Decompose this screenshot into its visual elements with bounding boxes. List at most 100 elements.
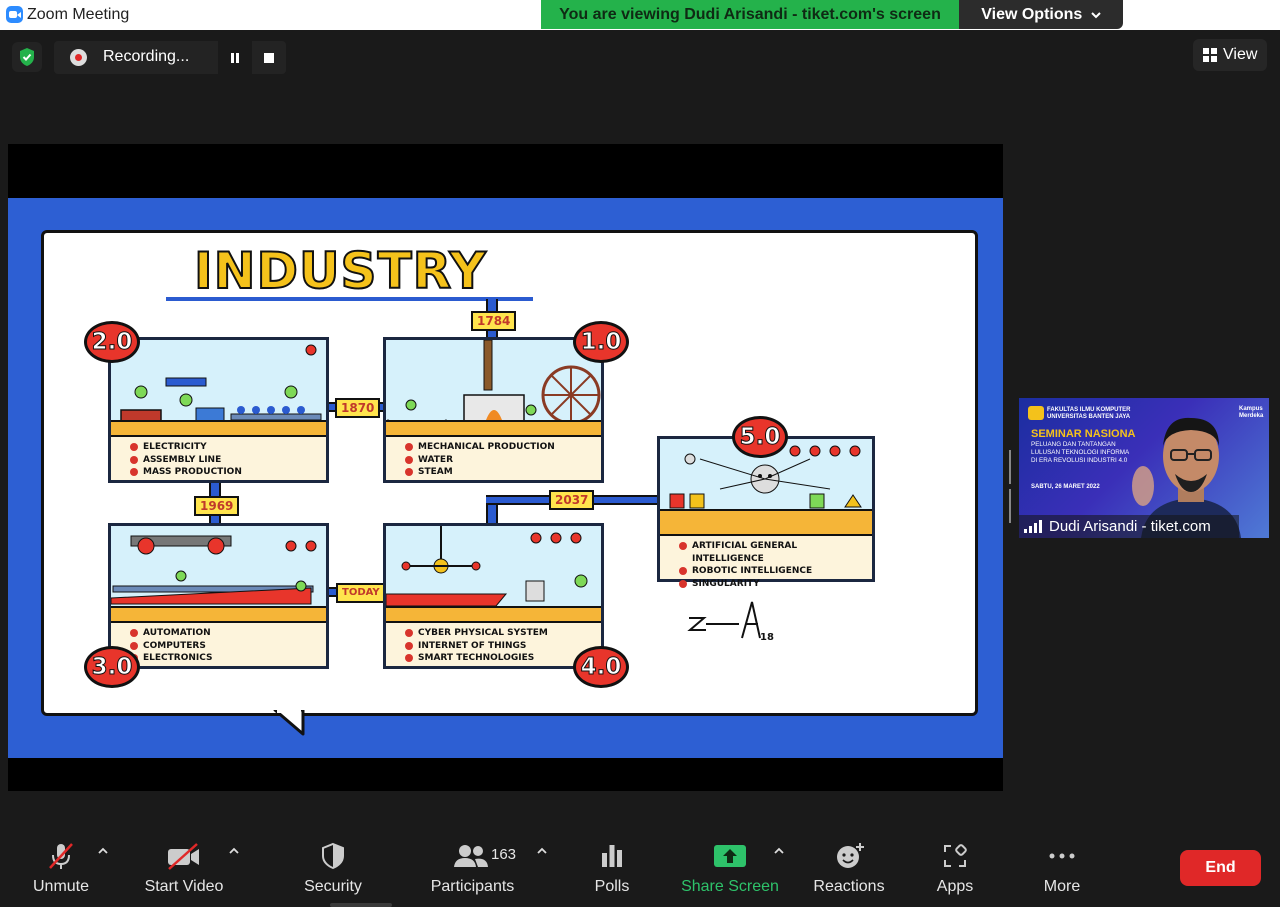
meeting-toolbar: Unmute Start Video Security 163 Particip…	[0, 829, 1280, 907]
university-logo	[1028, 406, 1044, 420]
participant-video-tile[interactable]: FAKULTAS ILMU KOMPUTER UNIVERSITAS BANTE…	[1019, 398, 1269, 538]
background-university-text: FAKULTAS ILMU KOMPUTER UNIVERSITAS BANTE…	[1047, 407, 1130, 421]
toolbar-scroll-indicator	[330, 903, 392, 907]
stage-3-0-list: Automation Computers Electronics	[111, 621, 326, 666]
signature-mark: 18	[760, 632, 774, 643]
apps-button[interactable]: Apps	[930, 829, 980, 903]
background-text-line: FAKULTAS ILMU KOMPUTER	[1047, 407, 1131, 413]
reactions-label: Reactions	[813, 878, 885, 895]
title-underline	[166, 297, 533, 301]
more-button[interactable]: More	[1036, 829, 1088, 903]
list-item: Artificial General Intelligence	[679, 540, 872, 565]
stage-2-0: Electricity Assembly Line Mass Productio…	[108, 337, 329, 483]
start-video-label: Start Video	[144, 878, 224, 895]
slide: INDUSTRY 1784 1870 1969 2037 TODAY ELECT…	[8, 198, 1003, 758]
audio-options-caret[interactable]	[97, 845, 111, 859]
security-button[interactable]: Security	[297, 829, 369, 903]
artist-signature: 18	[687, 601, 774, 643]
video-off-icon	[168, 843, 199, 870]
stage-3-0: Automation Computers Electronics	[108, 523, 329, 669]
polls-button[interactable]: Polls	[586, 829, 638, 903]
chevron-up-icon	[98, 847, 108, 854]
meeting-security-indicator[interactable]	[12, 42, 42, 72]
reactions-icon	[837, 843, 864, 868]
participants-button[interactable]: 163 Participants	[425, 829, 520, 903]
slide-card: INDUSTRY 1784 1870 1969 2037 TODAY ELECT…	[41, 230, 978, 716]
stage-5-0: Artificial General Intelligence Robotic …	[657, 436, 875, 589]
share-screen-options-caret[interactable]	[773, 845, 787, 859]
unmute-button[interactable]: Unmute	[20, 829, 102, 903]
grid-view-icon	[1203, 48, 1217, 62]
stage-badge-2-0: 2.0	[84, 321, 140, 363]
list-item: Mechanical Production	[405, 441, 601, 454]
stage-badge-4-0: 4.0	[573, 646, 629, 688]
start-video-button[interactable]: Start Video	[137, 829, 231, 903]
view-options-label: View Options	[981, 6, 1083, 23]
microphone-muted-icon	[49, 843, 73, 869]
apps-label: Apps	[936, 878, 974, 895]
polls-label: Polls	[594, 878, 630, 895]
chevron-down-icon	[1091, 12, 1101, 19]
reactions-button[interactable]: Reactions	[810, 829, 888, 903]
view-options-button[interactable]: View Options	[959, 0, 1123, 29]
participant-name: Dudi Arisandi - tiket.com	[1049, 518, 1211, 535]
screen-share-banner: You are viewing Dudi Arisandi - tiket.co…	[541, 0, 959, 29]
slide-title: INDUSTRY	[193, 241, 487, 301]
stage-4-0-list: Cyber Physical System Internet of Things…	[386, 621, 601, 666]
list-item: Electricity	[130, 441, 326, 454]
pause-recording-button[interactable]	[218, 41, 252, 74]
apps-icon	[944, 844, 967, 867]
stage-4-0: Cyber Physical System Internet of Things…	[383, 523, 604, 669]
year-tag-1969: 1969	[194, 496, 240, 516]
chevron-up-icon	[774, 847, 784, 854]
participant-name-bar: Dudi Arisandi - tiket.com	[1019, 515, 1239, 538]
list-item: Water	[405, 454, 601, 467]
year-tag-today: TODAY	[336, 583, 386, 603]
list-item: Cyber Physical System	[405, 627, 601, 640]
title-bar: Zoom Meeting You are viewing Dudi Arisan…	[0, 0, 1280, 30]
stop-icon	[264, 53, 274, 63]
stage-floor	[660, 509, 872, 537]
list-item: Internet of Things	[405, 640, 601, 653]
list-item: Steam	[405, 466, 601, 479]
share-screen-button[interactable]: Share Screen	[680, 829, 780, 903]
stage-2-0-list: Electricity Assembly Line Mass Productio…	[111, 435, 326, 480]
speech-bubble-tail	[273, 710, 305, 736]
recording-label: Recording...	[103, 48, 190, 65]
pause-icon	[231, 53, 239, 63]
list-item: Computers	[130, 640, 326, 653]
participants-options-caret[interactable]	[536, 845, 550, 859]
zoom-meeting-window: Zoom Meeting You are viewing Dudi Arisan…	[0, 0, 1280, 907]
background-text-line: UNIVERSITAS BANTEN JAYA	[1047, 414, 1131, 420]
tile-drag-handle[interactable]	[1009, 450, 1015, 523]
zoom-logo-icon	[6, 6, 23, 23]
chevron-up-icon	[537, 847, 547, 854]
share-screen-arrow-icon	[714, 845, 746, 867]
list-item: Mass Production	[130, 466, 326, 479]
stage-1-0: Mechanical Production Water Steam	[383, 337, 604, 483]
stop-recording-button[interactable]	[252, 41, 286, 74]
list-item: Automation	[130, 627, 326, 640]
background-date: SABTU, 26 MARET 2022	[1031, 484, 1100, 490]
chevron-up-icon	[229, 847, 239, 854]
list-item: Assembly Line	[130, 454, 326, 467]
stage-5-0-list: Artificial General Intelligence Robotic …	[660, 534, 872, 589]
end-meeting-button[interactable]: End	[1180, 850, 1261, 886]
year-tag-1784: 1784	[471, 311, 517, 331]
window-title: Zoom Meeting	[27, 6, 130, 23]
recording-bar: Recording...	[54, 41, 286, 74]
more-dots-icon	[1049, 853, 1075, 859]
stage-1-0-list: Mechanical Production Water Steam	[386, 435, 601, 480]
stage-badge-5-0: 5.0	[732, 416, 788, 458]
shield-icon	[322, 842, 344, 870]
stage-badge-1-0: 1.0	[573, 321, 629, 363]
security-label: Security	[304, 878, 362, 895]
shared-screen: INDUSTRY 1784 1870 1969 2037 TODAY ELECT…	[8, 144, 1003, 791]
view-button[interactable]: View	[1193, 39, 1267, 71]
share-screen-label: Share Screen	[681, 878, 779, 895]
list-item: Singularity	[679, 578, 872, 591]
shield-check-icon	[20, 48, 34, 66]
more-label: More	[1043, 878, 1081, 895]
polls-icon	[602, 845, 622, 867]
video-options-caret[interactable]	[228, 845, 242, 859]
